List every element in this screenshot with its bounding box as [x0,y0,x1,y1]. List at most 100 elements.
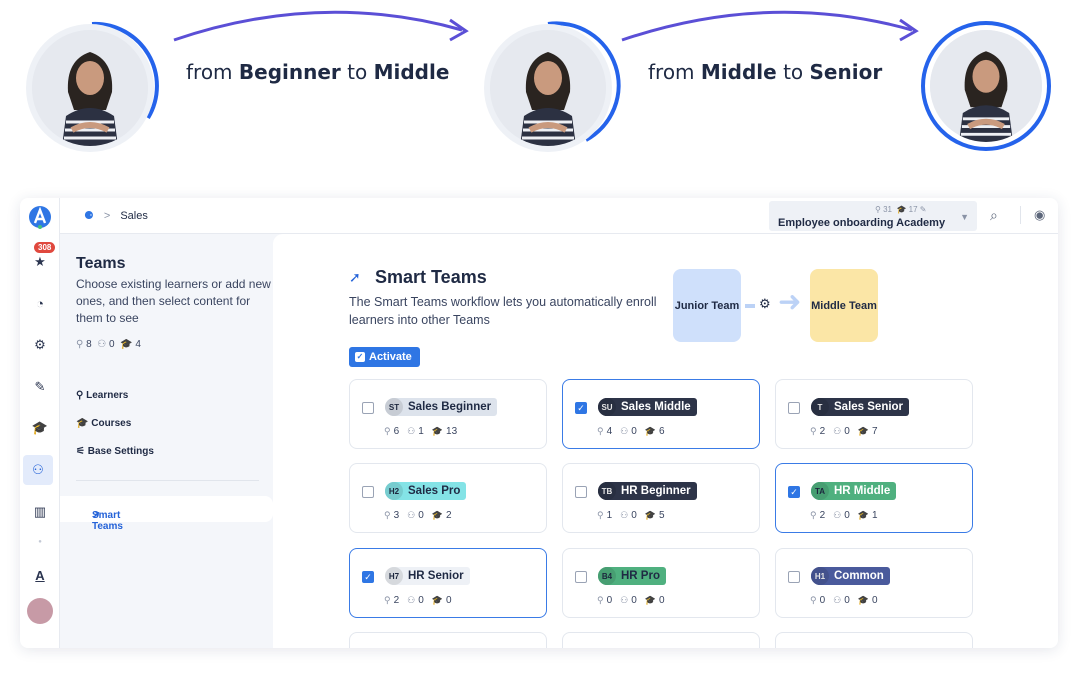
team-tag: ST Sales Beginner [385,398,498,416]
manager-count: 0 [418,595,424,606]
manager-count: 0 [631,426,637,437]
sidebar-item-learners[interactable]: ⚲ Learners [76,390,128,401]
learner-count: 6 [393,426,400,437]
sidebar-item-smart-teams[interactable]: ➚ Smart Teams [60,496,273,532]
course-count: 6 [659,426,665,437]
managers-icon: ⚇ [833,595,842,605]
dashboard-icon[interactable]: ◔ [28,291,52,315]
learners-icon: ⚲ [597,426,604,436]
team-card[interactable]: B4 HR Pro ⚲ 0 ⚇ 0 🎓 0 [562,548,760,618]
team-name: Sales Pro [408,485,461,497]
team-avatar: H7 [385,567,403,585]
team-avatar: ST [385,398,403,416]
academy-stats: ⚲ 31 🎓 17 ✎ [875,205,927,214]
learner-count: 2 [819,426,826,437]
text-format-icon[interactable]: A [28,563,52,587]
learner-count: 2 [819,510,826,521]
team-card[interactable]: H1 Common ⚲ 0 ⚇ 0 🎓 0 [775,548,973,618]
team-card[interactable] [562,632,760,648]
team-card[interactable]: H2 Sales Pro ⚲ 3 ⚇ 0 🎓 2 [349,463,547,533]
arrow-1 [173,10,463,42]
team-checkbox[interactable]: ✓ [362,571,374,583]
user-avatar[interactable] [27,598,53,624]
courses-icon: 🎓 [644,595,657,605]
junior-team-box: Junior Team [673,269,741,342]
connector-line [745,304,755,308]
team-checkbox[interactable] [788,571,800,583]
manager-count: 0 [418,510,424,521]
team-checkbox[interactable] [362,402,374,414]
hero-banner: from Beginner to Middle from Middle to S… [0,0,1076,170]
team-avatar: SU [598,398,616,416]
academy-name: Employee onboarding Academy [778,217,946,229]
course-count: 0 [872,595,878,606]
team-card[interactable]: ✓ TA HR Middle ⚲ 2 ⚇ 0 🎓 1 [775,463,973,533]
learner-count: 4 [606,426,613,437]
academy-selector[interactable]: ⚲ 31 🎓 17 ✎ Employee onboarding Academy … [769,201,977,231]
page-description: The Smart Teams workflow lets you automa… [349,295,657,327]
dot-separator: ● [38,539,42,545]
managers-icon: ⚇ [407,426,416,436]
team-name: Sales Senior [834,401,904,413]
brush-icon[interactable]: ✎ [28,375,52,399]
team-avatar: B4 [598,567,616,585]
avatar-beginner [26,24,154,152]
team-card[interactable]: ✓ SU Sales Middle ⚲ 4 ⚇ 0 🎓 6 [562,379,760,449]
team-card[interactable] [349,632,547,648]
team-card[interactable]: ✓ H7 HR Senior ⚲ 2 ⚇ 0 🎓 0 [349,548,547,618]
learners-icon: ⚲ [597,595,604,605]
manager-count: 0 [844,426,850,437]
team-checkbox[interactable]: ✓ [788,486,800,498]
team-checkbox[interactable] [788,402,800,414]
learners-icon: ⚲ [810,510,817,520]
team-card[interactable] [775,632,973,648]
team-card[interactable]: TB HR Beginner ⚲ 1 ⚇ 0 🎓 5 [562,463,760,533]
team-checkbox[interactable] [575,571,587,583]
course-count: 5 [659,510,665,521]
team-avatar: TA [811,482,829,500]
teams-icon[interactable]: ⚇ [23,455,53,485]
activate-button[interactable]: ✓ Activate [349,347,420,367]
managers-icon: ⚇ [97,339,107,350]
course-count: 2 [446,510,452,521]
search-icon[interactable]: ⌕ [990,207,998,224]
courses-icon: 🎓 [857,426,870,436]
team-avatar: H2 [385,482,403,500]
manager-count: 0 [631,510,637,521]
manager-count: 1 [418,426,424,437]
sidebar-item-courses[interactable]: 🎓 Courses [76,418,131,429]
team-name: Sales Middle [621,401,691,413]
team-card[interactable]: T Sales Senior ⚲ 2 ⚇ 0 🎓 7 [775,379,973,449]
avatar-senior [922,22,1050,150]
sidebar-item-base-settings[interactable]: ⚟ Base Settings [76,446,154,457]
course-count: 0 [446,595,452,606]
reports-chart-icon[interactable]: ▥ [28,500,52,524]
teams-breadcrumb-icon[interactable]: ⚈ [84,209,94,222]
sidebar-title: Teams [76,255,126,272]
learners-icon: ⚲ [384,595,391,605]
team-tag: TB HR Beginner [598,482,697,500]
team-stats: ⚲ 0 ⚇ 0 🎓 0 [597,595,665,606]
preview-eye-icon[interactable]: ◉ [1034,207,1045,223]
sliders-icon: ⚟ [76,446,85,457]
app-logo[interactable] [28,205,52,229]
team-card[interactable]: ST Sales Beginner ⚲ 6 ⚇ 1 🎓 13 [349,379,547,449]
team-name: HR Pro [621,570,660,582]
learners-icon: ⚲ [384,426,391,436]
learners-icon: ⚲ [76,339,84,350]
team-checkbox[interactable] [575,486,587,498]
team-stats: ⚲ 2 ⚇ 0 🎓 0 [384,595,452,606]
course-count: 7 [872,426,878,437]
learner-count: 2 [393,595,400,606]
team-checkbox[interactable]: ✓ [575,402,587,414]
learners-icon: ⚲ [597,510,604,520]
team-name: Common [834,570,884,582]
graduation-cap-icon[interactable]: 🎓 [28,416,52,440]
chevron-down-icon: ▼ [960,212,969,222]
settings-gear-icon[interactable]: ⚙ [28,333,52,357]
favorites-icon[interactable]: ★ [28,250,52,274]
team-checkbox[interactable] [362,486,374,498]
team-name: HR Beginner [621,485,691,497]
learner-count: 1 [606,510,613,521]
team-tag: H2 Sales Pro [385,482,467,500]
